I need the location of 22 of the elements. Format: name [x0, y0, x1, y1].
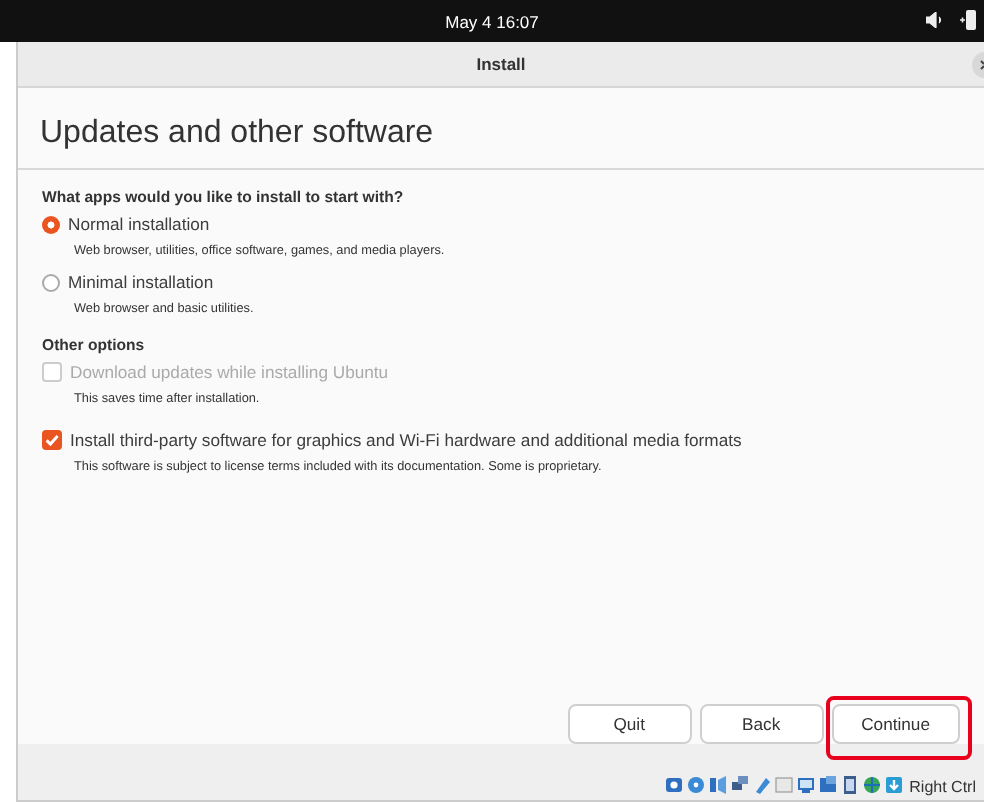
- page-heading: Updates and other software: [38, 114, 436, 154]
- radio-button[interactable]: [42, 215, 60, 233]
- checkbox[interactable]: [42, 430, 62, 450]
- host-key-label: Right Ctrl: [909, 778, 976, 796]
- option-label: Normal installation: [68, 214, 210, 234]
- arrow-down-icon[interactable]: [883, 774, 904, 796]
- close-icon[interactable]: [972, 52, 984, 78]
- globe-icon[interactable]: [861, 774, 882, 796]
- back-button[interactable]: Back: [699, 704, 824, 744]
- radio-button[interactable]: [42, 273, 60, 291]
- optical-disc-icon[interactable]: [685, 774, 706, 796]
- option-label: Minimal installation: [68, 272, 214, 292]
- clock: May 4 16:07: [445, 11, 539, 31]
- window-title: Install: [476, 54, 526, 74]
- display-icon[interactable]: [795, 774, 816, 796]
- audio-icon[interactable]: [707, 774, 728, 796]
- quit-button[interactable]: Quit: [567, 704, 692, 744]
- option-label: Download updates while installing Ubuntu: [70, 362, 389, 382]
- battery-icon[interactable]: [960, 10, 976, 30]
- speaker-icon[interactable]: [926, 12, 944, 28]
- continue-button[interactable]: Continue: [831, 704, 960, 744]
- option-label: Install third-party software for graphics and Wi-Fi hardware and additional media formats: [70, 430, 742, 450]
